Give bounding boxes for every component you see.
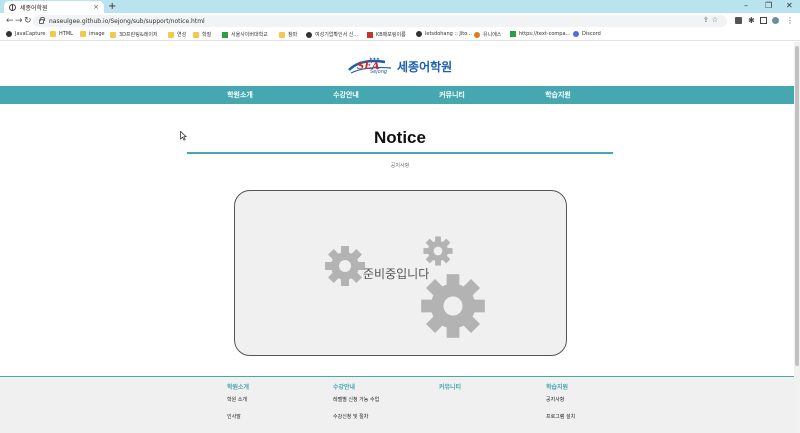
bookmark-label: 연성 <box>177 32 187 38</box>
bookmark-item[interactable]: https://text-compa... <box>510 31 570 37</box>
bookmark-item[interactable]: 연성 <box>168 31 186 38</box>
bookmark-item[interactable]: 유니에스 <box>474 31 501 38</box>
bookmark-label: letsdohang :: Jito... <box>425 31 472 37</box>
tab-title: 세종어학원 <box>20 4 48 12</box>
footer-column-community: 커뮤니티 <box>439 382 461 396</box>
bookmark-label: HTML <box>59 31 73 37</box>
bookmark-label: 서울사이버대학교 <box>231 32 268 38</box>
bookmark-item[interactable]: image <box>80 31 105 37</box>
site-footer: 학원소개 학원 소개 인사말 수강안내 레벨별 신청 가능 수업 수강신청 및 … <box>0 376 794 433</box>
new-tab-button[interactable]: + <box>108 1 116 12</box>
globe-icon <box>416 31 422 37</box>
bookmark-label: JavaCapture <box>15 31 46 37</box>
footer-heading[interactable]: 커뮤니티 <box>439 382 461 396</box>
bookmark-label: Discord <box>582 31 601 37</box>
page-title: Notice <box>374 128 426 147</box>
footer-link[interactable]: 프로그램 설치 <box>546 413 575 430</box>
folder-icon <box>80 31 86 37</box>
footer-heading[interactable]: 학원소개 <box>227 382 249 396</box>
bookmark-item[interactable]: 여성기업확인서 신... <box>306 31 358 38</box>
bookmark-label: image <box>89 31 105 37</box>
bookmarks-bar: JavaCapture HTML image 3D프린팅&레이저 연성 학질 서울사이버대학… <box>0 30 800 41</box>
url-text: naseulgee.github.io/Sejong/sub/support/n… <box>49 17 205 25</box>
bookmark-item[interactable]: Discord <box>573 31 601 37</box>
extension-icon[interactable] <box>735 17 742 24</box>
reload-icon[interactable]: ↻ <box>24 15 32 27</box>
bookmark-label: 학질 <box>202 32 212 38</box>
scrollbar-thumb[interactable] <box>795 46 799 366</box>
browser-tabstrip: 세종어학원 × + – ❐ ✕ <box>0 0 800 13</box>
bookmark-item[interactable]: KB매포링이름 <box>367 31 406 38</box>
folder-icon <box>50 31 56 37</box>
footer-column-learning-support: 학습지원 공지사항 프로그램 설치 <box>546 382 575 430</box>
bookmark-label: 3D프린팅&레이저 <box>119 32 158 38</box>
bookmark-label: 유니에스 <box>483 32 502 38</box>
logo-sejong-text: Sejong <box>370 69 388 75</box>
bookmark-item[interactable]: JavaCapture <box>6 31 45 37</box>
bookmark-label: 여성기업확인서 신... <box>315 32 359 38</box>
globe-icon <box>306 31 312 38</box>
footer-heading[interactable]: 학습지원 <box>546 382 575 396</box>
browser-tab[interactable]: 세종어학원 × <box>4 1 104 13</box>
bookmark-item[interactable]: 참파 <box>279 31 297 38</box>
footer-column-about: 학원소개 학원 소개 인사말 <box>227 382 249 430</box>
logo-korean-text: 세종어학원 <box>397 60 453 74</box>
footer-link[interactable]: 레벨별 신청 가능 수업 <box>333 396 379 413</box>
globe-icon <box>6 31 12 37</box>
gear-icon-small <box>423 236 453 266</box>
nav-community[interactable]: 커뮤니티 <box>439 86 465 104</box>
side-panel-icon[interactable] <box>760 17 767 24</box>
nav-learning-support[interactable]: 학습지원 <box>545 86 571 104</box>
footer-link[interactable]: 공지사항 <box>546 396 575 413</box>
footer-link[interactable]: 수강신청 및 절차 <box>333 413 379 430</box>
site-logo[interactable]: ★★★ SEA Sejong 세종어학원 <box>347 54 457 76</box>
bookmark-item[interactable]: 학질 <box>193 31 211 38</box>
close-tab-icon[interactable]: × <box>93 3 99 11</box>
page-subtitle: 공지사항 <box>390 163 410 169</box>
address-bar[interactable]: naseulgee.github.io/Sejong/sub/support/n… <box>33 15 727 27</box>
web-page: ★★★ SEA Sejong 세종어학원 학원소개 수강안내 커뮤니티 학습지원… <box>0 42 794 433</box>
bookmark-label: 참파 <box>288 32 298 38</box>
nav-about[interactable]: 학원소개 <box>227 86 253 104</box>
footer-column-courses: 수강안내 레벨별 신청 가능 수업 수강신청 및 절차 <box>333 382 379 430</box>
folder-icon <box>193 31 199 38</box>
gear-icon <box>325 246 365 286</box>
main-nav: 학원소개 수강안내 커뮤니티 학습지원 <box>0 86 794 104</box>
minimize-icon[interactable]: – <box>744 1 748 11</box>
folder-icon <box>110 31 116 38</box>
folder-icon <box>279 31 285 38</box>
bookmark-item[interactable]: 3D프린팅&레이저 <box>110 31 158 38</box>
bookmark-label: KB매포링이름 <box>376 32 406 38</box>
avatar[interactable] <box>772 17 779 24</box>
footer-heading[interactable]: 수강안내 <box>333 382 379 396</box>
page-scrollbar[interactable] <box>794 42 800 433</box>
green-icon <box>510 31 516 37</box>
share-star-icons[interactable]: ⇪☆ <box>703 16 721 24</box>
browser-toolbar: ← → ↻ naseulgee.github.io/Sejong/sub/sup… <box>0 13 800 30</box>
forward-icon[interactable]: → <box>15 15 23 27</box>
bookmark-item[interactable]: HTML <box>50 31 73 37</box>
footer-link[interactable]: 인사말 <box>227 413 249 430</box>
blue-icon <box>573 31 579 37</box>
nav-courses[interactable]: 수강안내 <box>333 86 359 104</box>
back-icon[interactable]: ← <box>6 15 14 27</box>
restore-icon[interactable]: ❐ <box>765 1 772 11</box>
lock-icon <box>39 16 45 24</box>
green-icon <box>222 31 228 38</box>
heading-divider <box>187 152 613 154</box>
globe-icon <box>9 3 16 11</box>
puzzle-icon[interactable]: ✱ <box>748 17 755 25</box>
coming-soon-text: 준비중입니다 <box>363 267 430 281</box>
bookmark-item[interactable]: letsdohang :: Jito... <box>416 31 472 37</box>
footer-link[interactable]: 학원 소개 <box>227 396 249 413</box>
orange-icon <box>474 31 480 38</box>
folder-icon <box>168 31 174 38</box>
under-construction-panel: 준비중입니다 <box>234 190 567 356</box>
bookmark-item[interactable]: 서울사이버대학교 <box>222 31 268 38</box>
window-close-icon[interactable]: ✕ <box>786 1 793 11</box>
bookmark-label: https://text-compa... <box>519 31 571 37</box>
red-icon <box>367 31 373 38</box>
menu-icon[interactable]: ⋮ <box>786 17 794 25</box>
